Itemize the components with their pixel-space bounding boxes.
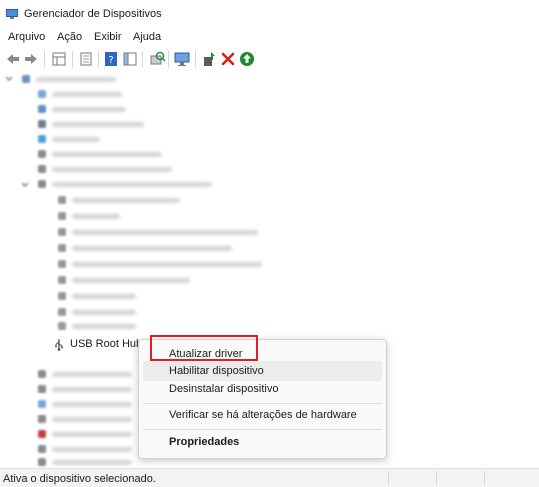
tree-item-blurred [52,122,144,127]
device-category-icon [38,105,46,113]
device-category-icon [38,90,46,98]
menu-acao[interactable]: Ação [57,31,82,43]
device-category-icon [38,150,46,158]
highlight-annotation [150,335,258,361]
device-category-icon [38,415,46,423]
tree-item-selected[interactable]: USB Root Hub (USB 3.0) [48,335,194,355]
tree-item-blurred [52,182,212,187]
device-category-icon [38,165,46,173]
back-arrow-icon[interactable] [4,50,22,68]
usb-device-icon [58,228,66,236]
usb-device-icon [58,196,66,204]
device-category-icon [38,458,46,466]
window-title: Gerenciador de Dispositivos [24,8,162,20]
toolbar-separator [142,51,143,67]
device-manager-icon [6,9,18,19]
device-list-icon[interactable] [77,50,95,68]
toolbar-separator [168,51,169,67]
usb-device-icon [58,276,66,284]
device-category-icon [38,400,46,408]
tree-item-blurred [52,387,132,392]
forward-arrow-icon[interactable] [22,50,40,68]
usb-device-icon [58,308,66,316]
properties-grid-icon[interactable] [50,50,68,68]
tree-item-blurred [52,152,162,157]
toolbar: ? [0,46,539,73]
device-category-icon [38,120,46,128]
tree-item-blurred [52,92,122,97]
scan-hardware-icon[interactable] [148,50,166,68]
tree-item-blurred [72,214,120,219]
device-category-icon [38,430,46,438]
usb-device-icon [58,292,66,300]
usb-category-icon [38,180,46,188]
menu-exibir[interactable]: Exibir [94,31,122,43]
menu-item-scan-hardware[interactable]: Verificar se há alterações de hardware [143,405,382,425]
title-bar: Gerenciador de Dispositivos [0,0,539,28]
tree-item-blurred [52,447,132,452]
monitor-icon[interactable] [173,50,191,68]
menu-separator [143,403,382,404]
tree-item-blurred [72,246,232,251]
status-divider [484,471,485,485]
menu-ajuda[interactable]: Ajuda [133,31,161,43]
usb-device-icon [58,260,66,268]
device-category-icon [38,445,46,453]
chevron-down-icon[interactable] [6,76,12,82]
status-bar: Ativa o dispositivo selecionado. [0,468,539,487]
usb-device-icon [58,244,66,252]
tree-item-blurred [72,278,190,283]
view-pane-icon[interactable] [121,50,139,68]
toolbar-separator [195,51,196,67]
menu-item-uninstall-device[interactable]: Desinstalar dispositivo [143,379,382,399]
tree-item-blurred [52,137,100,142]
toolbar-separator [98,51,99,67]
status-divider [436,471,437,485]
computer-icon [22,75,30,83]
status-divider [388,471,389,485]
menu-item-enable-device[interactable]: Habilitar dispositivo [143,361,382,381]
uninstall-x-icon[interactable] [219,50,237,68]
enable-device-icon[interactable] [238,50,256,68]
tree-item-blurred [52,432,132,437]
tree-item-blurred [72,198,180,203]
tree-item-blurred [52,167,172,172]
update-driver-icon[interactable] [200,50,218,68]
device-category-icon [38,370,46,378]
device-category-icon [38,135,46,143]
menu-item-properties[interactable]: Propriedades [143,432,382,452]
tree-item-blurred [52,372,132,377]
tree-item-blurred [72,310,136,315]
menu-bar: Arquivo Ação Exibir Ajuda [0,28,539,46]
tree-item-blurred [52,417,132,422]
tree-item-blurred [72,324,136,329]
toolbar-separator [44,51,45,67]
tree-item-blurred [36,77,116,82]
tree-item-blurred [52,460,132,465]
tree-item-blurred [52,107,126,112]
device-category-icon [38,385,46,393]
menu-separator [143,429,382,430]
status-text: Ativa o dispositivo selecionado. [3,473,156,485]
tree-item-blurred [72,230,258,235]
tree-item-blurred [72,294,136,299]
svg-text:?: ? [108,55,113,66]
tree-item-blurred [52,402,132,407]
tree-item-blurred [72,262,262,267]
help-icon[interactable]: ? [102,50,120,68]
usb-device-icon [58,212,66,220]
chevron-down-icon[interactable] [22,182,28,188]
usb-device-icon [58,322,66,330]
toolbar-separator [72,51,73,67]
usb-icon [55,339,63,351]
menu-arquivo[interactable]: Arquivo [8,31,45,43]
